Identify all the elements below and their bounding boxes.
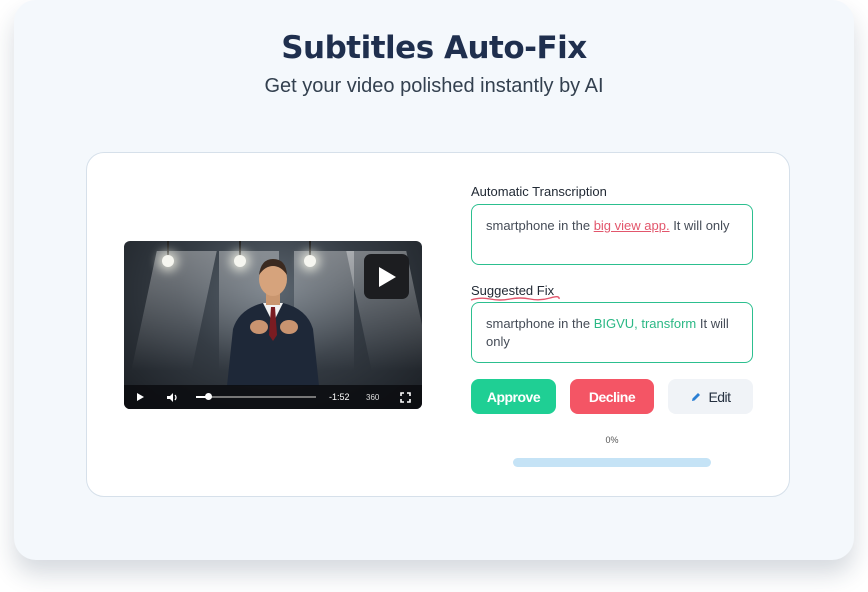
transcription-label: Automatic Transcription [471, 184, 607, 199]
fullscreen-icon [400, 391, 411, 403]
play-button[interactable] [136, 385, 145, 409]
pencil-icon [692, 392, 701, 401]
play-overlay-button[interactable] [364, 254, 409, 299]
transcription-text-before: smartphone in the [486, 218, 594, 233]
presenter-figure [227, 259, 319, 386]
video-player[interactable]: -1:52 360 [124, 241, 422, 409]
transcription-error-text: big view app. [593, 218, 670, 233]
suggestion-fix-text: BIGVU, transform [593, 316, 697, 331]
transcription-text-after: It will only [669, 218, 730, 233]
approve-button[interactable]: Approve [471, 379, 556, 414]
play-icon [137, 393, 144, 401]
edit-button[interactable]: Edit [668, 379, 753, 414]
decline-button[interactable]: Decline [570, 379, 654, 414]
edit-button-label: Edit [708, 388, 731, 405]
quality-label[interactable]: 360 [366, 385, 379, 409]
play-overlay-icon [378, 266, 396, 287]
volume-icon [167, 392, 177, 402]
time-remaining: -1:52 [329, 392, 350, 402]
transcription-field[interactable]: smartphone in the big view app. It will … [471, 204, 753, 265]
page-title: Subtitles Auto-Fix [281, 30, 587, 66]
video-controls: -1:52 360 [124, 385, 422, 409]
progress-label: 0% [605, 435, 619, 445]
suggestion-text-before: smartphone in the [486, 316, 594, 331]
seek-handle[interactable] [205, 393, 212, 400]
suggestion-label-wrap: Suggested Fix [470, 283, 560, 301]
volume-button[interactable] [166, 385, 179, 409]
page-subtitle: Get your video polished instantly by AI [264, 75, 604, 97]
stage-light [162, 255, 174, 267]
seek-bar[interactable] [196, 393, 316, 400]
suggestion-field[interactable]: smartphone in the BIGVU, transform It wi… [471, 302, 753, 363]
fullscreen-button[interactable] [400, 385, 411, 409]
progress-bar [513, 458, 711, 467]
